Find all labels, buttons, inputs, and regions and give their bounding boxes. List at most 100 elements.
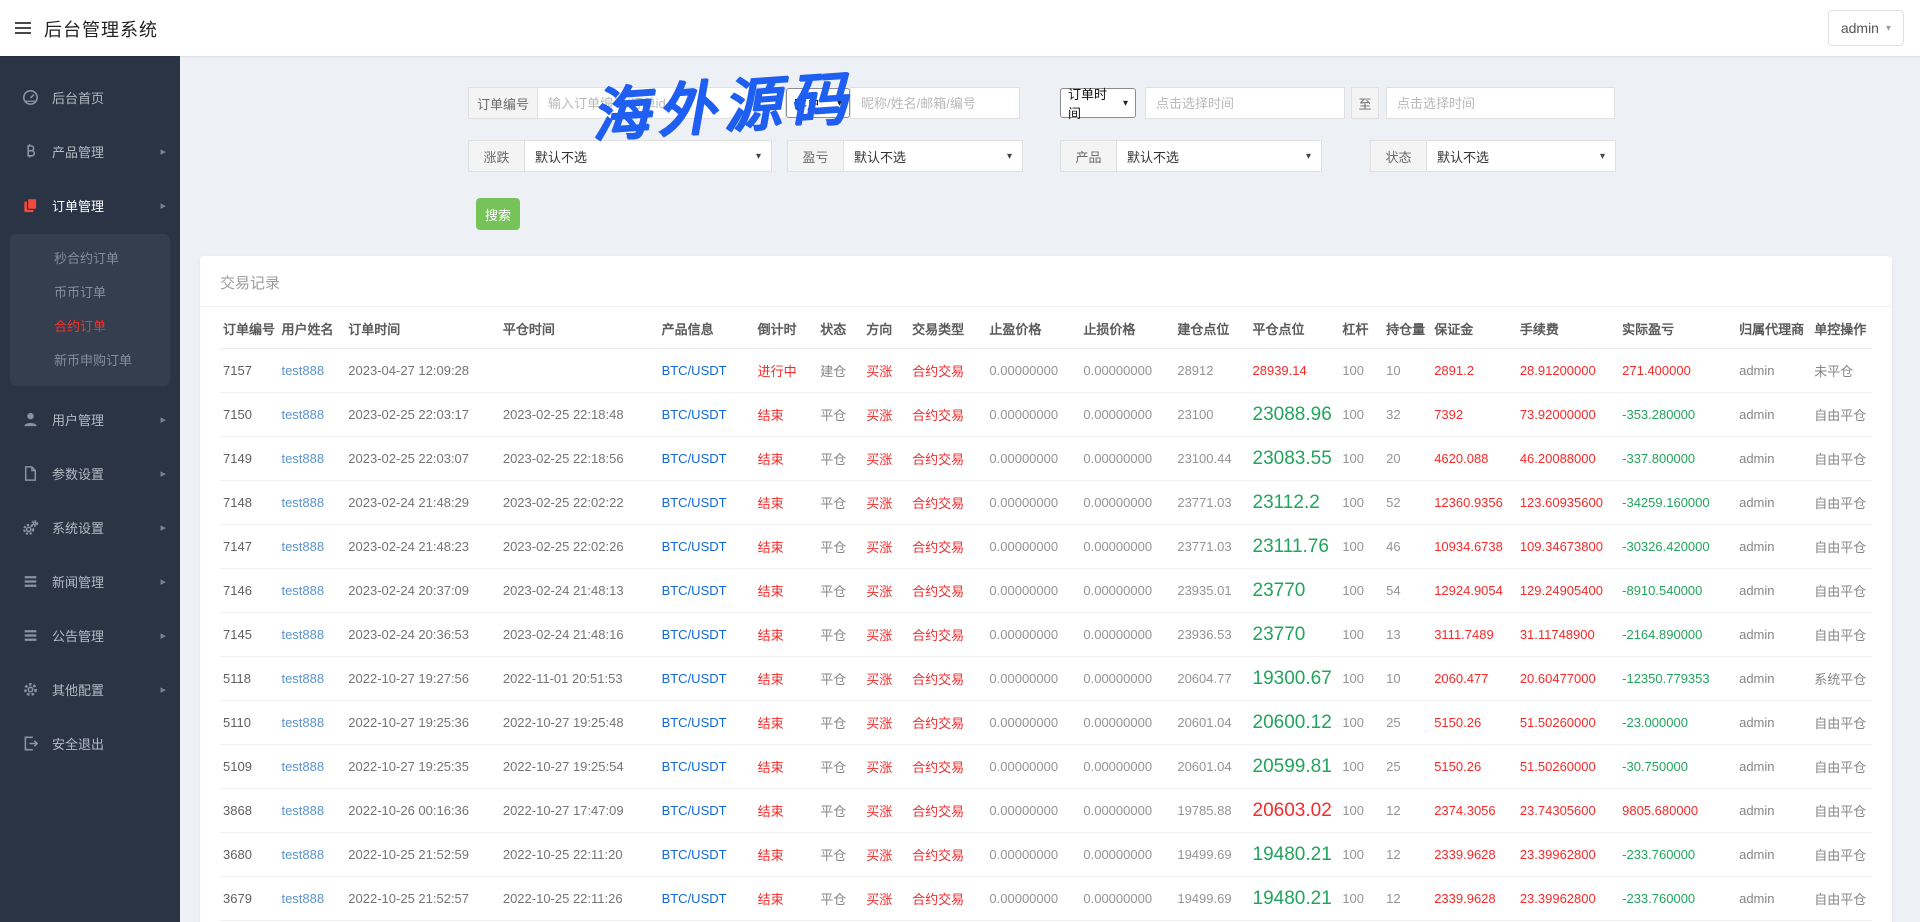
cell-profit: -8910.540000 [1619, 569, 1736, 613]
cell-volume: 13 [1383, 613, 1431, 657]
cell-status: 平仓 [817, 437, 863, 481]
time-end-input[interactable] [1386, 87, 1615, 119]
to-label: 至 [1351, 87, 1379, 119]
cell-fee: 51.50260000 [1517, 701, 1619, 745]
cell-open_point: 19499.69 [1174, 877, 1249, 921]
cell-close_point: 23770 [1250, 613, 1340, 657]
table-row: 7157test8882023-04-27 12:09:28BTC/USDT进行… [220, 349, 1872, 393]
cell-agent: admin [1736, 877, 1811, 921]
submenu-item-2[interactable]: 合约订单 [10, 310, 170, 344]
sidebar-item-5[interactable]: 系统设置▸ [0, 500, 180, 554]
cell-open_time: 2022-10-27 19:25:36 [345, 701, 500, 745]
cell-control: 自由平仓 [1811, 745, 1872, 789]
sidebar-item-2[interactable]: 订单管理▸ [0, 178, 180, 232]
filter-row-1: 订单编号 客户 ▾ 订单时间 ▾ 至 [468, 87, 1920, 119]
sidebar-item-1[interactable]: 产品管理▸ [0, 124, 180, 178]
cell-user: test888 [278, 789, 345, 833]
cell-status: 建仓 [817, 349, 863, 393]
cell-trade_type: 合约交易 [909, 789, 986, 833]
column-header-open_point: 建仓点位 [1174, 307, 1249, 349]
sidebar-item-9[interactable]: 安全退出 [0, 716, 180, 770]
cell-volume: 32 [1383, 393, 1431, 437]
cell-margin: 5150.26 [1431, 701, 1517, 745]
chevron-right-icon: ▸ [160, 629, 166, 642]
time-start-input[interactable] [1145, 87, 1345, 119]
chevron-right-icon: ▸ [160, 199, 166, 212]
cell-countdown: 结束 [755, 833, 818, 877]
filter-bar: 订单编号 客户 ▾ 订单时间 ▾ 至 涨跌 默认不选 ▾ [468, 87, 1920, 230]
submenu-item-1[interactable]: 币币订单 [10, 276, 170, 310]
submenu-item-0[interactable]: 秒合约订单 [10, 242, 170, 276]
cell-open_time: 2022-10-27 19:25:35 [345, 745, 500, 789]
cell-trade_type: 合约交易 [909, 701, 986, 745]
sidebar-item-0[interactable]: 后台首页 [0, 70, 180, 124]
cell-volume: 10 [1383, 657, 1431, 701]
cell-agent: admin [1736, 437, 1811, 481]
rise-fall-select[interactable]: 默认不选 ▾ [525, 141, 771, 171]
cell-direction: 买涨 [863, 613, 909, 657]
cell-profit: -34259.160000 [1619, 481, 1736, 525]
cell-user: test888 [278, 657, 345, 701]
cell-sl_price: 0.00000000 [1080, 349, 1174, 393]
cell-control: 自由平仓 [1811, 437, 1872, 481]
cell-open_point: 19499.69 [1174, 833, 1249, 877]
cell-profit: -353.280000 [1619, 393, 1736, 437]
table-header-row: 订单编号用户姓名订单时间平仓时间产品信息倒计时状态方向交易类型止盈价格止损价格建… [220, 307, 1872, 349]
cell-open_time: 2022-10-25 21:52:59 [345, 833, 500, 877]
column-header-tp_price: 止盈价格 [986, 307, 1080, 349]
sidebar-item-6[interactable]: 新闻管理▸ [0, 554, 180, 608]
customer-input[interactable] [850, 87, 1020, 119]
cell-control: 系统平仓 [1811, 657, 1872, 701]
menu-icon[interactable] [14, 21, 32, 40]
cell-open_time: 2023-02-24 21:48:29 [345, 481, 500, 525]
cell-direction: 买涨 [863, 349, 909, 393]
cell-direction: 买涨 [863, 437, 909, 481]
column-header-profit: 实际盈亏 [1619, 307, 1736, 349]
sidebar-item-label: 系统设置 [52, 518, 160, 537]
cell-status: 平仓 [817, 481, 863, 525]
sidebar-item-7[interactable]: 公告管理▸ [0, 608, 180, 662]
cell-product: BTC/USDT [659, 877, 755, 921]
profit-loss-select[interactable]: 默认不选 ▾ [844, 141, 1022, 171]
cell-trade_type: 合约交易 [909, 657, 986, 701]
sidebar-item-3[interactable]: 用户管理▸ [0, 392, 180, 446]
cell-product: BTC/USDT [659, 569, 755, 613]
cell-close_point: 23088.96 [1250, 393, 1340, 437]
customer-type-select[interactable]: 客户 ▾ [786, 88, 850, 118]
cell-margin: 10934.6738 [1431, 525, 1517, 569]
cell-margin: 12924.9054 [1431, 569, 1517, 613]
cell-leverage: 100 [1339, 745, 1383, 789]
column-header-product: 产品信息 [659, 307, 755, 349]
cell-product: BTC/USDT [659, 437, 755, 481]
cell-control: 未平仓 [1811, 349, 1872, 393]
order-no-label: 订单编号 [468, 87, 538, 119]
cell-close_time [500, 349, 659, 393]
cell-volume: 12 [1383, 789, 1431, 833]
cell-agent: admin [1736, 745, 1811, 789]
time-type-select[interactable]: 订单时间 ▾ [1060, 88, 1136, 118]
cell-user: test888 [278, 481, 345, 525]
sidebar-item-label: 用户管理 [52, 410, 160, 429]
chevron-down-icon: ▾ [1886, 23, 1891, 34]
cell-status: 平仓 [817, 745, 863, 789]
cell-open_time: 2023-02-24 20:37:09 [345, 569, 500, 613]
sidebar-item-4[interactable]: 参数设置▸ [0, 446, 180, 500]
order-no-input[interactable] [538, 87, 786, 119]
cell-agent: admin [1736, 393, 1811, 437]
search-button[interactable]: 搜索 [476, 198, 520, 230]
sidebar-item-label: 新闻管理 [52, 572, 160, 591]
product-select[interactable]: 默认不选 ▾ [1117, 141, 1321, 171]
cell-trade_type: 合约交易 [909, 349, 986, 393]
cell-close_point: 23083.55 [1250, 437, 1340, 481]
cell-user: test888 [278, 393, 345, 437]
chevron-right-icon: ▸ [160, 467, 166, 480]
sidebar-item-8[interactable]: 其他配置▸ [0, 662, 180, 716]
submenu-item-3[interactable]: 新币申购订单 [10, 344, 170, 378]
cell-status: 平仓 [817, 525, 863, 569]
cell-leverage: 100 [1339, 393, 1383, 437]
cell-fee: 109.34673800 [1517, 525, 1619, 569]
user-menu-button[interactable]: admin ▾ [1828, 10, 1904, 46]
orders-icon [22, 197, 39, 214]
table-row: 7148test8882023-02-24 21:48:292023-02-25… [220, 481, 1872, 525]
status-select[interactable]: 默认不选 ▾ [1427, 141, 1615, 171]
